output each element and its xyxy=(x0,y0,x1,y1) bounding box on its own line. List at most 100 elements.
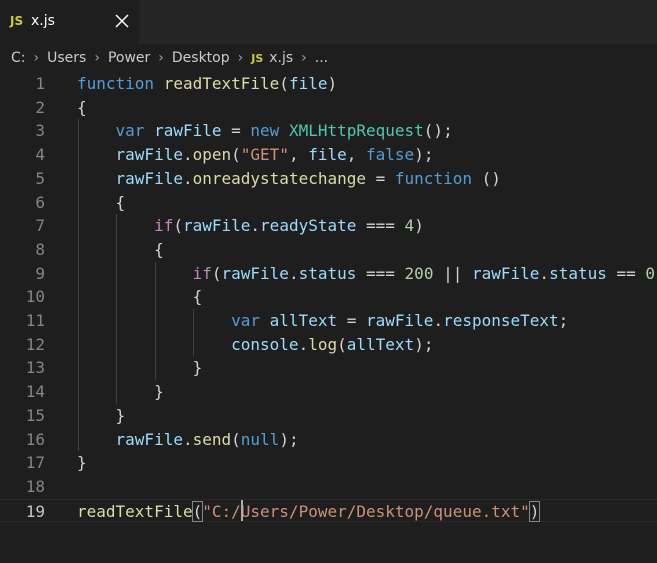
code-token: . xyxy=(182,168,193,188)
code-line[interactable]: 11 var allText = rawFile.responseText; xyxy=(0,309,657,333)
code-token: onreadystatechange xyxy=(192,168,366,188)
code-text[interactable]: { xyxy=(77,287,203,306)
code-text[interactable]: rawFile.onreadystatechange = function () xyxy=(77,169,501,188)
code-token: if xyxy=(192,263,212,283)
code-token: if xyxy=(154,216,174,236)
code-line[interactable]: 8 { xyxy=(0,238,657,262)
code-token: . xyxy=(182,429,193,449)
code-line[interactable]: 19 readTextFile("C:/Users/Power/Desktop/q… xyxy=(0,498,657,523)
code-line[interactable]: 2{ xyxy=(0,96,657,120)
code-text[interactable]: } xyxy=(77,382,164,401)
code-token: , xyxy=(288,145,309,165)
code-line[interactable]: 3 var rawFile = new XMLHttpRequest(); xyxy=(0,119,657,143)
code-token: == xyxy=(606,263,646,283)
code-line[interactable]: 17} xyxy=(0,451,657,475)
code-text[interactable]: function readTextFile(file) xyxy=(77,74,337,93)
code-token: ( xyxy=(211,263,222,283)
chevron-right-icon: › xyxy=(237,50,244,66)
indent-guide xyxy=(116,214,118,404)
code-token: var xyxy=(231,311,270,330)
code-token: () xyxy=(481,168,501,188)
code-text[interactable]: } xyxy=(77,358,203,377)
code-token: 0 xyxy=(645,263,656,283)
line-number: 17 xyxy=(25,453,45,473)
breadcrumb-item-power[interactable]: Power xyxy=(108,50,150,66)
breadcrumb-item-symbols[interactable]: ... xyxy=(315,50,328,66)
code-line[interactable]: 6 { xyxy=(0,191,657,215)
code-token: null xyxy=(240,429,280,449)
code-token: rawFile xyxy=(154,121,222,141)
line-number: 11 xyxy=(25,311,45,330)
code-token: status xyxy=(549,263,607,283)
code-line[interactable]: 18 xyxy=(0,475,657,499)
code-line[interactable]: 16 rawFile.send(null); xyxy=(0,428,657,452)
code-token: ) xyxy=(528,500,541,522)
code-token: rawFile xyxy=(115,168,183,188)
code-token: rawFile xyxy=(366,311,434,330)
code-line[interactable]: 9 if(rawFile.status === 200 || rawFile.s… xyxy=(0,262,657,286)
code-text[interactable]: readTextFile("C:/Users/Power/Desktop/que… xyxy=(77,500,541,522)
code-line[interactable]: 15 } xyxy=(0,404,657,428)
tab-x-js[interactable]: JS x.js xyxy=(0,0,139,44)
code-line[interactable]: 7 if(rawFile.readyState === 4) xyxy=(0,214,657,238)
code-token: . xyxy=(298,334,309,354)
close-icon[interactable] xyxy=(112,11,132,31)
code-text[interactable]: if(rawFile.status === 200 || rawFile.sta… xyxy=(77,264,657,283)
code-line[interactable]: 10 { xyxy=(0,285,657,309)
code-token: rawFile xyxy=(221,263,289,283)
code-token: rawFile xyxy=(471,263,540,283)
code-text[interactable]: } xyxy=(77,406,126,425)
code-text[interactable]: { xyxy=(77,98,87,117)
code-text[interactable]: { xyxy=(77,240,164,259)
line-number: 14 xyxy=(25,382,45,402)
code-text[interactable]: { xyxy=(77,193,126,212)
breadcrumb-item-users[interactable]: Users xyxy=(47,50,86,66)
code-token: ( xyxy=(231,429,241,449)
code-line[interactable]: 14 } xyxy=(0,380,657,404)
code-token: rawFile xyxy=(115,429,183,449)
code-text[interactable]: var rawFile = new XMLHttpRequest(); xyxy=(77,121,453,140)
code-token: } xyxy=(77,382,164,402)
code-token: readyState xyxy=(260,216,357,236)
code-token: readTextFile xyxy=(77,501,193,521)
code-token: console xyxy=(231,334,299,354)
line-number: 19 xyxy=(25,501,45,521)
breadcrumb-item-file[interactable]: x.js xyxy=(269,50,293,66)
tab-label[interactable]: x.js xyxy=(31,13,55,29)
breadcrumb-item-desktop[interactable]: Desktop xyxy=(172,50,230,66)
code-token: ( xyxy=(279,74,289,93)
code-line[interactable]: 13 } xyxy=(0,356,657,380)
code-token: ) xyxy=(414,216,424,236)
code-token: 4 xyxy=(404,216,415,236)
code-token: XMLHttpRequest xyxy=(288,121,424,141)
code-token: send xyxy=(192,429,232,449)
breadcrumb-item-drive[interactable]: C: xyxy=(11,50,26,66)
line-number: 16 xyxy=(25,429,45,449)
code-text[interactable]: if(rawFile.readyState === 4) xyxy=(77,216,424,235)
line-number: 9 xyxy=(35,263,45,283)
code-text[interactable]: rawFile.open("GET", file, false); xyxy=(77,145,434,165)
code-token: . xyxy=(433,311,444,330)
code-line[interactable]: 5 rawFile.onreadystatechange = function … xyxy=(0,167,657,191)
code-line[interactable]: 1 function readTextFile(file) xyxy=(0,72,657,96)
chevron-right-icon: › xyxy=(301,50,307,66)
code-token: (); xyxy=(423,121,453,141)
code-text[interactable]: var allText = rawFile.responseText; xyxy=(77,311,568,330)
code-line[interactable]: 12 console.log(allText); xyxy=(0,333,657,357)
code-text[interactable]: console.log(allText); xyxy=(77,335,433,354)
indent-guide xyxy=(154,261,156,381)
code-token: ( xyxy=(337,334,347,354)
code-line[interactable]: 4 rawFile.open("GET", file, false); xyxy=(0,143,657,167)
code-token: ( xyxy=(231,145,241,165)
line-number: 8 xyxy=(35,239,45,259)
line-number: 13 xyxy=(25,358,45,378)
code-editor[interactable]: 1 function readTextFile(file) 2{3 var rawF… xyxy=(0,72,657,563)
indent-guide xyxy=(77,119,79,452)
code-text[interactable]: } xyxy=(77,453,87,472)
code-text[interactable]: rawFile.send(null); xyxy=(77,430,299,449)
code-token: ( xyxy=(191,500,204,522)
code-token: ); xyxy=(414,334,434,354)
